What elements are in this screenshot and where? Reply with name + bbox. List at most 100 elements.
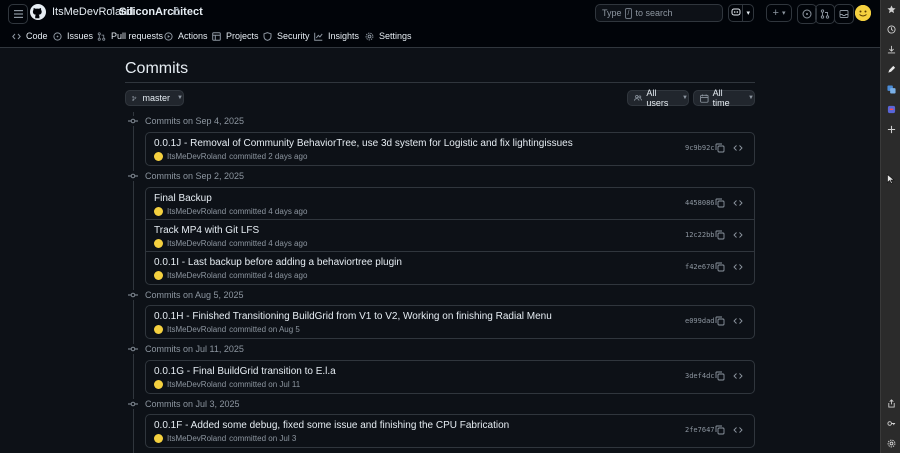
copy-icon[interactable] [715, 425, 725, 435]
tab-label: Projects [226, 31, 259, 41]
extension-icon[interactable] [886, 104, 896, 114]
copy-icon[interactable] [715, 198, 725, 208]
commit-row[interactable]: 0.0.1G - Final BuildGrid transition to E… [146, 361, 754, 393]
repo-nav-tabs: Code Issues Pull requests Actions Projec… [0, 27, 880, 48]
code-brackets-icon[interactable] [733, 262, 743, 272]
author-avatar[interactable] [154, 380, 163, 389]
commit-sha-link[interactable]: f42e670 [685, 263, 715, 271]
commit-meta: ItsMeDevRoland committed 4 days ago [154, 207, 307, 216]
commit-row[interactable]: Final Backup ItsMeDevRoland committed 4 … [146, 188, 754, 220]
commit-title-link[interactable]: 0.0.1I - Last backup before adding a beh… [154, 257, 402, 268]
commit-sha-link[interactable]: 12c22bb [685, 231, 715, 239]
title-divider [125, 82, 755, 83]
commit-row[interactable]: 0.0.1H - Finished Transitioning BuildGri… [146, 306, 754, 338]
tab-pull-requests[interactable]: Pull requests [97, 31, 163, 41]
tab-actions[interactable]: Actions [164, 31, 208, 41]
copy-icon[interactable] [715, 262, 725, 272]
copilot-button[interactable]: ▾ [728, 4, 754, 22]
copy-icon[interactable] [715, 143, 725, 153]
search-input[interactable]: Type / to search [595, 4, 723, 22]
commit-title-link[interactable]: Final Backup [154, 193, 212, 204]
commit-group-heading: Commits on Sep 2, 2025 [128, 171, 244, 181]
code-brackets-icon[interactable] [733, 143, 743, 153]
commit-sha-link[interactable]: e099dad [685, 317, 715, 325]
code-brackets-icon[interactable] [733, 198, 743, 208]
commit-author-link[interactable]: ItsMeDevRoland [167, 325, 226, 334]
repo-name-link[interactable]: SiliconArchitect [119, 6, 203, 18]
tab-issues[interactable]: Issues [53, 31, 93, 41]
commit-author-link[interactable]: ItsMeDevRoland [167, 434, 226, 443]
commit-author-link[interactable]: ItsMeDevRoland [167, 239, 226, 248]
tab-settings[interactable]: Settings [365, 31, 412, 41]
create-new-button[interactable]: + ▾ [766, 4, 792, 22]
time-filter-button[interactable]: All time ▼ [693, 88, 755, 108]
author-avatar[interactable] [154, 325, 163, 334]
key-icon[interactable] [886, 418, 896, 428]
copy-icon[interactable] [715, 230, 725, 240]
author-avatar[interactable] [154, 271, 163, 280]
commit-row[interactable]: 0.0.1F - Added some debug, fixed some is… [146, 415, 754, 447]
code-icon [12, 33, 21, 39]
commit-title-link[interactable]: 0.0.1H - Finished Transitioning BuildGri… [154, 311, 552, 322]
commit-row[interactable]: 0.0.1I - Last backup before adding a beh… [146, 252, 754, 284]
chevron-down-icon: ▼ [177, 95, 183, 101]
github-logo[interactable] [30, 4, 46, 20]
issues-button[interactable] [797, 4, 817, 24]
issue-icon [53, 31, 62, 41]
pull-requests-button[interactable] [815, 4, 835, 24]
branch-select-button[interactable]: master ▼ [125, 90, 184, 106]
commit-title-link[interactable]: 0.0.1F - Added some debug, fixed some is… [154, 420, 509, 431]
commit-sha-link[interactable]: 4458086 [685, 199, 715, 207]
tab-insights[interactable]: Insights [314, 31, 359, 41]
code-brackets-icon[interactable] [733, 425, 743, 435]
history-icon[interactable] [886, 24, 896, 34]
add-icon[interactable] [886, 124, 896, 134]
commit-row[interactable]: Track MP4 with Git LFS ItsMeDevRoland co… [146, 220, 754, 252]
commit-sha-link[interactable]: 3def4dc [685, 372, 715, 380]
author-avatar[interactable] [154, 239, 163, 248]
notifications-button[interactable] [834, 4, 854, 24]
users-filter-button[interactable]: All users ▼ [627, 88, 689, 108]
commit-meta: ItsMeDevRoland committed 4 days ago [154, 239, 307, 248]
commit-meta: ItsMeDevRoland committed on Jul 11 [154, 380, 300, 389]
commit-meta: ItsMeDevRoland committed on Jul 3 [154, 434, 296, 443]
download-icon[interactable] [886, 44, 896, 54]
tab-projects[interactable]: Projects [212, 31, 259, 41]
commit-title-link[interactable]: Track MP4 with Git LFS [154, 225, 259, 236]
translate-icon[interactable] [886, 84, 896, 94]
commit-author-link[interactable]: ItsMeDevRoland [167, 207, 226, 216]
commit-author-link[interactable]: ItsMeDevRoland [167, 271, 226, 280]
commit-sha-link[interactable]: 9c9b92c [685, 144, 715, 152]
page-title: Commits [125, 60, 189, 77]
code-brackets-icon[interactable] [733, 230, 743, 240]
user-avatar[interactable] [855, 5, 871, 21]
share-icon[interactable] [886, 398, 896, 408]
main-content: Commits master ▼ All users ▼ All time ▼ … [0, 48, 880, 453]
commit-title-link[interactable]: 0.0.1J - Removal of Community BehaviorTr… [154, 138, 573, 149]
pen-icon[interactable] [886, 64, 896, 74]
commit-sha-link[interactable]: 2fe7647 [685, 426, 715, 434]
copy-icon[interactable] [715, 316, 725, 326]
commit-row[interactable]: 0.0.1J - Removal of Community BehaviorTr… [146, 133, 754, 165]
tab-label: Pull requests [111, 31, 164, 41]
tab-code[interactable]: Code [12, 31, 48, 41]
tab-security[interactable]: Security [263, 31, 310, 41]
commit-author-link[interactable]: ItsMeDevRoland [167, 152, 226, 161]
commit-title-link[interactable]: 0.0.1G - Final BuildGrid transition to E… [154, 366, 336, 377]
chevron-down-icon: ▾ [746, 10, 750, 17]
author-avatar[interactable] [154, 152, 163, 161]
commit-author-link[interactable]: ItsMeDevRoland [167, 380, 226, 389]
copy-icon[interactable] [715, 371, 725, 381]
code-brackets-icon[interactable] [733, 371, 743, 381]
commit-group-list: 0.0.1F - Added some debug, fixed some is… [145, 414, 755, 448]
menu-button[interactable] [8, 4, 28, 24]
author-avatar[interactable] [154, 434, 163, 443]
git-commit-icon [128, 399, 138, 409]
branch-label: master [142, 93, 171, 103]
star-icon[interactable] [886, 4, 896, 14]
commit-meta: ItsMeDevRoland committed 2 days ago [154, 152, 307, 161]
settings-gear-icon[interactable] [886, 438, 896, 448]
code-brackets-icon[interactable] [733, 316, 743, 326]
author-avatar[interactable] [154, 207, 163, 216]
commit-group-heading: Commits on Jul 3, 2025 [128, 399, 240, 409]
